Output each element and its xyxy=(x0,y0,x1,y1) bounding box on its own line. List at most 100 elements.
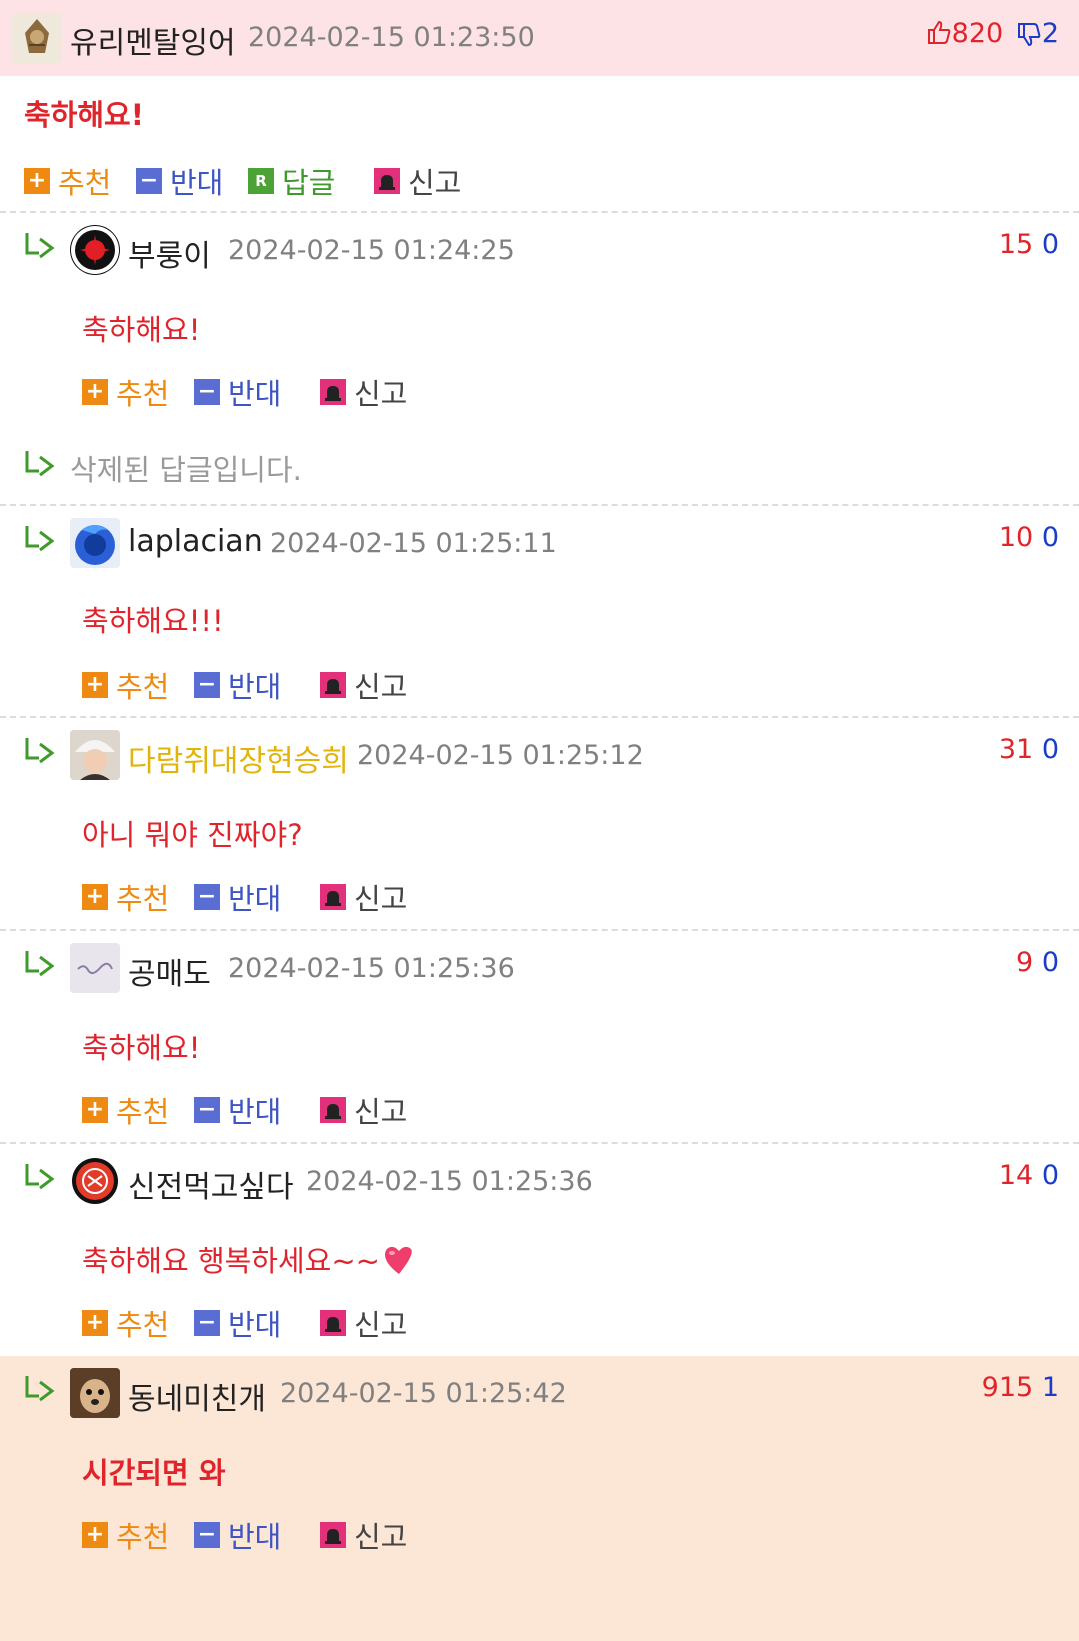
minus-icon: − xyxy=(194,379,220,405)
plus-icon: + xyxy=(24,168,50,194)
up-count: 915 xyxy=(981,1372,1034,1403)
oppose-button[interactable]: − 반대 xyxy=(194,664,281,706)
avatar[interactable] xyxy=(70,1368,120,1418)
main-comment-body: 축하해요! + 추천 − 반대 R 답글 신고 xyxy=(0,76,1079,213)
recommend-button[interactable]: + 추천 xyxy=(82,1089,169,1131)
heart-emoji-icon xyxy=(384,1246,412,1274)
reply-comment: 공매도 2024-02-15 01:25:36 9 0 축하해요! + 추천 − 반… xyxy=(0,931,1079,1144)
up-count: 820 xyxy=(951,18,1004,49)
nickname[interactable]: 신전먹고싶다 xyxy=(128,1162,294,1206)
avatar[interactable] xyxy=(70,730,120,780)
vote-counts: 10 0 xyxy=(999,522,1059,553)
minus-icon: − xyxy=(194,672,220,698)
report-button[interactable]: 신고 xyxy=(320,1302,407,1344)
recommend-button[interactable]: + 추천 xyxy=(82,371,169,413)
plus-icon: + xyxy=(82,1522,108,1548)
recommend-button[interactable]: + 추천 xyxy=(24,160,111,202)
comment-text: 축하해요! xyxy=(82,313,201,347)
up-count: 14 xyxy=(998,1160,1034,1191)
plus-icon: + xyxy=(82,1310,108,1336)
avatar[interactable] xyxy=(70,225,120,275)
plus-icon: + xyxy=(82,672,108,698)
reply-arrow-icon xyxy=(25,1164,55,1190)
comment-text: 축하해요 행복하세요~~ xyxy=(82,1238,416,1280)
down-count: 1 xyxy=(1041,1372,1059,1403)
oppose-button[interactable]: − 반대 xyxy=(194,1514,281,1556)
report-button[interactable]: 신고 xyxy=(374,160,461,202)
timestamp: 2024-02-15 01:25:12 xyxy=(357,740,644,771)
avatar[interactable] xyxy=(70,518,120,568)
reply-arrow-icon xyxy=(25,951,55,977)
report-button[interactable]: 신고 xyxy=(320,1089,407,1131)
up-count: 10 xyxy=(998,522,1034,553)
minus-icon: − xyxy=(136,168,162,194)
recommend-button[interactable]: + 추천 xyxy=(82,664,169,706)
reply-comment: laplacian 2024-02-15 01:25:11 10 0 축하해요!… xyxy=(0,506,1079,718)
down-count: 0 xyxy=(1041,734,1059,765)
comment-text-content: 축하해요 행복하세요~~ xyxy=(82,1244,380,1278)
minus-icon: − xyxy=(194,884,220,910)
report-button[interactable]: 신고 xyxy=(320,876,407,918)
nickname[interactable]: 유리멘탈잉어 xyxy=(70,18,236,62)
minus-icon: − xyxy=(194,1097,220,1123)
up-count: 9 xyxy=(1016,947,1034,978)
reply-arrow-icon xyxy=(25,738,55,764)
oppose-button[interactable]: − 반대 xyxy=(194,1089,281,1131)
timestamp: 2024-02-15 01:25:11 xyxy=(270,528,557,559)
nickname[interactable]: 부룽이 xyxy=(128,231,211,275)
recommend-button[interactable]: + 추천 xyxy=(82,1514,169,1556)
comment-list: 유리멘탈잉어 2024-02-15 01:23:50 820 2 축하해요! +… xyxy=(0,0,1079,1641)
minus-icon: − xyxy=(194,1522,220,1548)
report-button[interactable]: 신고 xyxy=(320,664,407,706)
reply-arrow-icon xyxy=(25,526,55,552)
timestamp: 2024-02-15 01:24:25 xyxy=(228,235,515,266)
down-count: 0 xyxy=(1041,522,1059,553)
timestamp: 2024-02-15 01:25:36 xyxy=(228,953,515,984)
reply-comment: 다람쥐대장현승희 2024-02-15 01:25:12 31 0 아니 뭐야 … xyxy=(0,718,1079,931)
timestamp: 2024-02-15 01:25:36 xyxy=(306,1166,593,1197)
thumbs-down-icon[interactable] xyxy=(1016,22,1042,48)
report-button[interactable]: 신고 xyxy=(320,1514,407,1556)
comment-text: 아니 뭐야 진짜야? xyxy=(82,818,303,852)
siren-icon xyxy=(320,672,346,698)
nickname[interactable]: 다람쥐대장현승희 xyxy=(128,736,349,780)
vote-counts: 31 0 xyxy=(999,734,1059,765)
vote-counts: 820 2 xyxy=(926,18,1059,49)
recommend-button[interactable]: + 추천 xyxy=(82,1302,169,1344)
comment-text: 시간되면 와 xyxy=(82,1456,226,1490)
avatar[interactable] xyxy=(70,1156,120,1206)
oppose-button[interactable]: − 반대 xyxy=(194,876,281,918)
deleted-text: 삭제된 답글입니다. xyxy=(70,453,302,487)
down-count: 0 xyxy=(1041,1160,1059,1191)
plus-icon: + xyxy=(82,379,108,405)
nickname[interactable]: 동네미친개 xyxy=(128,1374,266,1418)
report-button[interactable]: 신고 xyxy=(320,371,407,413)
avatar[interactable] xyxy=(12,13,62,63)
down-count: 0 xyxy=(1041,947,1059,978)
avatar[interactable] xyxy=(70,943,120,993)
reply-comment: 신전먹고싶다 2024-02-15 01:25:36 14 0 축하해요 행복하… xyxy=(0,1144,1079,1356)
oppose-button[interactable]: − 반대 xyxy=(194,371,281,413)
deleted-reply: 삭제된 답글입니다. xyxy=(0,433,1079,506)
reply-arrow-icon xyxy=(25,1376,55,1402)
timestamp: 2024-02-15 01:25:42 xyxy=(280,1378,567,1409)
nickname[interactable]: 공매도 xyxy=(128,949,211,993)
comment-text: 축하해요! xyxy=(24,98,144,132)
down-count: 2 xyxy=(1041,18,1059,49)
reply-arrow-icon xyxy=(25,451,55,477)
reply-button[interactable]: R 답글 xyxy=(248,160,335,202)
nickname[interactable]: laplacian xyxy=(128,524,263,559)
recommend-button[interactable]: + 추천 xyxy=(82,876,169,918)
oppose-button[interactable]: − 반대 xyxy=(194,1302,281,1344)
up-count: 31 xyxy=(998,734,1034,765)
siren-icon xyxy=(320,1522,346,1548)
vote-counts: 15 0 xyxy=(999,229,1059,260)
oppose-button[interactable]: − 반대 xyxy=(136,160,223,202)
thumbs-up-icon[interactable] xyxy=(926,19,952,45)
plus-icon: + xyxy=(82,884,108,910)
up-count: 15 xyxy=(998,229,1034,260)
siren-icon xyxy=(320,884,346,910)
comment-text: 축하해요!!! xyxy=(82,604,224,638)
reply-comment: 부룽이 2024-02-15 01:24:25 15 0 축하해요! + 추천 −… xyxy=(0,213,1079,433)
vote-counts: 915 1 xyxy=(982,1372,1059,1403)
